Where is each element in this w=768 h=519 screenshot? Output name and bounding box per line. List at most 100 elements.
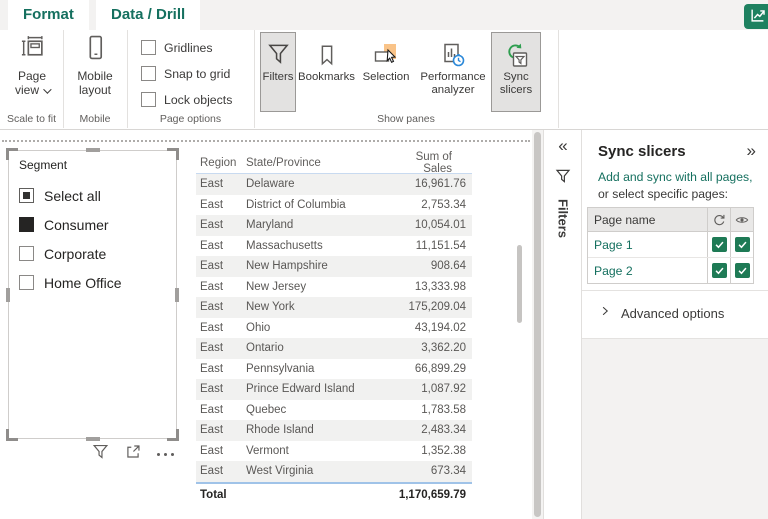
cell-sales: 1,352.38 [421, 444, 466, 457]
cell-state: West Virginia [246, 465, 314, 478]
lock-objects-checkbox[interactable] [141, 92, 156, 107]
resize-handle-right[interactable] [175, 287, 179, 302]
cell-state: Pennsylvania [246, 362, 315, 375]
table-row[interactable]: East New Hampshire 908.64 [196, 256, 472, 277]
filters-pane-button[interactable]: Filters [260, 32, 296, 112]
table-row[interactable]: East Maryland 10,054.01 [196, 215, 472, 236]
sync-slicers-pane-button[interactable]: Sync slicers [491, 32, 541, 112]
cell-region: East [200, 342, 224, 355]
ribbon: Page view Scale to fit Mobile layout Mob… [0, 30, 768, 130]
table-row[interactable]: East District of Columbia 2,753.34 [196, 195, 472, 216]
gridlines-checkbox[interactable] [141, 40, 156, 55]
advanced-options-toggle[interactable]: Advanced options [599, 304, 724, 322]
resize-handle-bottom-right[interactable] [167, 429, 179, 441]
tab-format[interactable]: Format [8, 0, 89, 30]
filters-pane-label[interactable]: Filters [556, 199, 571, 238]
sync-page-row: Page 1 [588, 232, 753, 257]
resize-handle-top-right[interactable] [167, 148, 179, 160]
column-header-state[interactable]: State/Province [246, 157, 402, 169]
slicer-checkbox[interactable] [19, 246, 34, 261]
mobile-layout-button[interactable]: Mobile layout [70, 34, 120, 97]
table-row[interactable]: East Rhode Island 2,483.34 [196, 420, 472, 441]
sync-description: Add and sync with all pages, or select s… [598, 169, 752, 202]
table-row[interactable]: East Quebec 1,783.58 [196, 400, 472, 421]
selection-pane-button[interactable]: Selection [357, 32, 415, 112]
table-row[interactable]: East New York 175,209.04 [196, 297, 472, 318]
slicer-checkbox[interactable] [19, 275, 34, 290]
gridlines-checkbox-row[interactable]: Gridlines [141, 40, 213, 55]
cell-sales: 175,209.04 [408, 301, 466, 314]
visibility-checkbox[interactable] [734, 263, 750, 278]
sync-page-name[interactable]: Page 2 [588, 264, 707, 278]
table-row[interactable]: East Vermont 1,352.38 [196, 441, 472, 462]
page-scrollbar-thumb[interactable] [534, 132, 541, 517]
page-view-icon [19, 34, 46, 66]
segment-slicer-visual[interactable]: Segment Select all Consumer Corporate Home … [6, 148, 179, 441]
slicer-item[interactable]: Select all [19, 181, 166, 210]
cell-sales: 66,899.29 [414, 362, 466, 375]
resize-handle-bottom-left[interactable] [6, 429, 18, 441]
slicer-item[interactable]: Corporate [19, 239, 166, 268]
group-label-scale-to-fit: Scale to fit [6, 113, 57, 125]
tab-data-drill[interactable]: Data / Drill [96, 0, 201, 30]
resize-handle-bottom[interactable] [85, 437, 100, 441]
total-label: Total [200, 489, 227, 501]
page-boundary [2, 140, 530, 142]
sync-page-name[interactable]: Page 1 [588, 238, 707, 252]
slicer-item[interactable]: Consumer [19, 210, 166, 239]
performance-analyzer-pane-button[interactable]: Performance analyzer [417, 32, 489, 112]
table-row[interactable]: East Prince Edward Island 1,087.92 [196, 379, 472, 400]
snap-to-grid-checkbox[interactable] [141, 66, 156, 81]
sync-slicers-title: Sync slicers [598, 143, 686, 160]
expand-filters-pane-icon[interactable]: « [558, 136, 567, 156]
table-row[interactable]: East Delaware 16,961.76 [196, 174, 472, 195]
cell-sales: 2,483.34 [421, 424, 466, 437]
sync-pages-rows: Page 1 Page 2 [588, 232, 753, 283]
table-row[interactable]: East Ontario 3,362.20 [196, 338, 472, 359]
focus-mode-icon[interactable] [124, 443, 142, 465]
more-options-icon[interactable] [157, 452, 174, 456]
resize-handle-top[interactable] [85, 148, 100, 152]
sync-pages-table: Page name Page 1 Page 2 [587, 207, 754, 284]
sync-checkbox[interactable] [711, 263, 727, 278]
mobile-layout-icon [82, 34, 109, 66]
column-header-region[interactable]: Region [196, 157, 246, 169]
selection-button-label: Selection [362, 71, 410, 83]
sync-page-row: Page 2 [588, 257, 753, 283]
cell-sales: 908.64 [430, 260, 466, 273]
ribbon-group-mobile: Mobile layout Mobile [63, 30, 128, 128]
sync-checkbox[interactable] [711, 237, 727, 252]
cell-state: Delaware [246, 178, 295, 191]
table-row[interactable]: East Massachusetts 11,151.54 [196, 236, 472, 257]
table-row[interactable]: East Ohio 43,194.02 [196, 318, 472, 339]
page-view-button[interactable]: Page view [8, 34, 56, 97]
page-name-header: Page name [594, 212, 656, 227]
collapse-sync-pane-icon[interactable]: » [747, 141, 756, 161]
resize-handle-left[interactable] [6, 287, 10, 302]
publish-button[interactable] [744, 4, 768, 29]
table-row[interactable]: East West Virginia 673.34 [196, 461, 472, 482]
cell-region: East [200, 198, 224, 211]
column-header-sales[interactable]: Sum of Sales [402, 151, 472, 175]
funnel-icon[interactable] [555, 168, 571, 189]
bookmarks-pane-button[interactable]: Bookmarks [298, 32, 355, 112]
slicer-hover-toolbar [92, 443, 174, 465]
table-row[interactable]: East New Jersey 13,333.98 [196, 277, 472, 298]
total-value: 1,170,659.79 [398, 489, 466, 501]
cell-state: District of Columbia [246, 198, 346, 211]
lock-objects-checkbox-row[interactable]: Lock objects [141, 92, 232, 107]
visibility-checkbox[interactable] [734, 237, 750, 252]
table-row[interactable]: East Pennsylvania 66,899.29 [196, 359, 472, 380]
slicer-checkbox[interactable] [19, 188, 34, 203]
cell-region: East [200, 280, 224, 293]
slicer-item[interactable]: Home Office [19, 268, 166, 297]
resize-handle-top-left[interactable] [6, 148, 18, 160]
table-scrollbar-thumb[interactable] [517, 245, 522, 323]
slicer-checkbox[interactable] [19, 217, 34, 232]
filter-icon[interactable] [92, 443, 109, 465]
funnel-icon [266, 38, 291, 71]
selection-icon [373, 38, 399, 71]
filters-pane-collapsed: « Filters [543, 130, 582, 519]
cell-state: Massachusetts [246, 239, 323, 252]
snap-to-grid-checkbox-row[interactable]: Snap to grid [141, 66, 230, 81]
